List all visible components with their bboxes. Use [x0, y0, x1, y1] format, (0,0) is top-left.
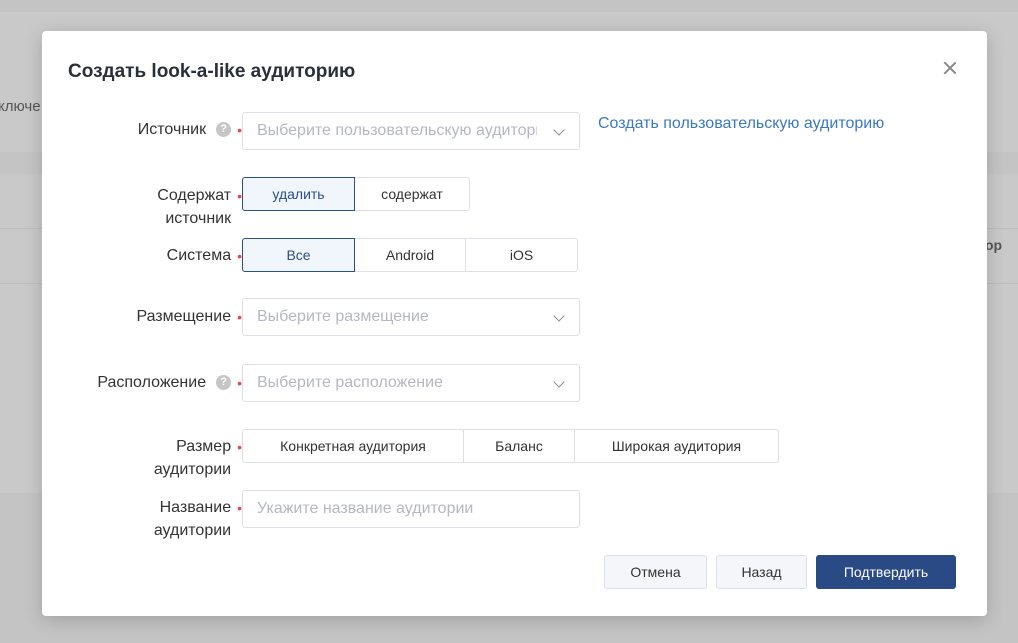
audience-size-toggle: Конкретная аудитория Баланс Широкая ауди…: [242, 429, 779, 463]
audience-name-label-text: Название аудитории: [153, 499, 232, 539]
source-label-text: Источник: [137, 121, 207, 138]
close-icon[interactable]: [941, 59, 959, 77]
chevron-down-icon: [553, 124, 565, 136]
back-button[interactable]: Назад: [716, 555, 807, 589]
audience-size-option-balance[interactable]: Баланс: [463, 429, 575, 463]
cancel-button[interactable]: Отмена: [604, 555, 707, 589]
system-label-text: Система: [166, 247, 232, 264]
audience-name-label: Название аудитории •: [42, 496, 242, 542]
bg-text-fragment: ключе: [0, 98, 41, 115]
modal-title: Создать look-a-like аудиторию: [68, 61, 356, 82]
system-option-ios[interactable]: iOS: [465, 238, 578, 272]
bg-topbar: [0, 0, 1018, 12]
placement-label: Размещение •: [42, 305, 242, 329]
system-toggle: Все Android iOS: [242, 238, 578, 272]
location-label-text: Расположение: [97, 374, 207, 391]
system-label: Система •: [42, 244, 242, 268]
placement-select-placeholder: Выберите размещение: [257, 308, 429, 325]
contains-source-option-remove[interactable]: удалить: [242, 177, 355, 211]
source-select[interactable]: Выберите пользовательскую аудиторию: [242, 112, 580, 150]
source-select-placeholder: Выберите пользовательскую аудиторию: [257, 122, 537, 139]
contains-source-label-text: Содержат источник: [157, 187, 232, 227]
contains-source-option-contain[interactable]: содержат: [354, 177, 470, 211]
help-icon[interactable]: ?: [216, 375, 232, 390]
location-select[interactable]: Выберите расположение: [242, 364, 580, 402]
help-icon[interactable]: ?: [216, 122, 232, 137]
create-lookalike-modal: Создать look-a-like аудиторию Источник ?…: [42, 31, 987, 616]
system-option-all[interactable]: Все: [242, 238, 355, 272]
audience-size-label-text: Размер аудитории: [153, 438, 232, 478]
audience-name-input[interactable]: [242, 490, 580, 528]
audience-size-label: Размер аудитории •: [42, 435, 242, 481]
contains-source-toggle: удалить содержат: [242, 177, 470, 211]
confirm-button[interactable]: Подтвердить: [816, 555, 956, 589]
placement-select[interactable]: Выберите размещение: [242, 298, 580, 336]
audience-size-option-specific[interactable]: Конкретная аудитория: [242, 429, 464, 463]
location-label: Расположение ? •: [42, 371, 242, 395]
audience-size-option-broad[interactable]: Широкая аудитория: [574, 429, 779, 463]
contains-source-label: Содержат источник •: [42, 184, 242, 230]
bg-text-fragment: ор: [985, 237, 1003, 253]
create-custom-audience-link[interactable]: Создать пользовательскую аудиторию: [598, 115, 884, 133]
placement-label-text: Размещение: [136, 308, 232, 325]
chevron-down-icon: [553, 376, 565, 388]
location-select-placeholder: Выберите расположение: [257, 374, 443, 391]
system-option-android[interactable]: Android: [354, 238, 466, 272]
source-label: Источник ? •: [42, 118, 242, 142]
chevron-down-icon: [553, 310, 565, 322]
